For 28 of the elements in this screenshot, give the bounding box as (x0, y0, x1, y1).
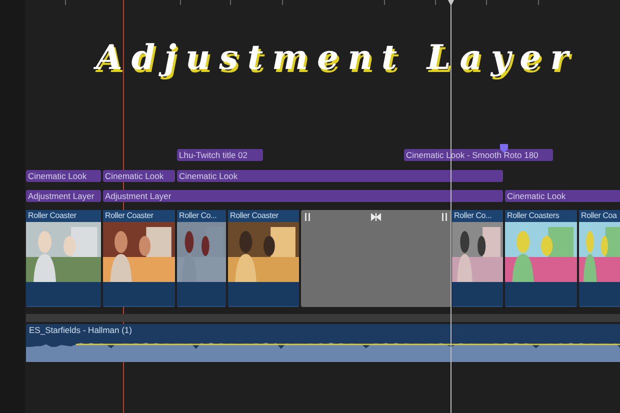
video-clip[interactable]: Roller Coaster (26, 210, 101, 307)
clip-title: Roller Coaster (228, 210, 299, 222)
marker-icon[interactable] (500, 144, 508, 153)
effect-clip[interactable]: Cinematic Look (103, 170, 175, 182)
pause-icon (305, 213, 310, 221)
clip-title: Roller Co... (452, 210, 503, 222)
adjustment-clip[interactable]: Adjustment Layer (26, 190, 101, 202)
video-clip[interactable]: Roller Coaster (103, 210, 175, 307)
audio-clip[interactable]: ES_Starfields - Hallman (1) (26, 324, 620, 362)
pause-icon (442, 213, 447, 221)
adjustment-clip[interactable]: Adjustment Layer (103, 190, 503, 202)
bowtie-icon (371, 213, 381, 221)
gap-clip[interactable] (301, 210, 451, 307)
clip-title: Roller Coa (579, 210, 620, 222)
effect-clip[interactable]: Cinematic Look (177, 170, 503, 182)
clip-title: Roller Coaster (26, 210, 101, 222)
title-clip[interactable]: Lhu-Twitch title 02 (177, 149, 263, 161)
video-clip[interactable]: Roller Co... (452, 210, 503, 307)
clip-title: Roller Co... (177, 210, 226, 222)
video-clip[interactable]: Roller Coasters (505, 210, 577, 307)
adjustment-clip[interactable]: Cinematic Look (505, 190, 620, 202)
clip-title: Roller Coasters (505, 210, 577, 222)
audio-title: ES_Starfields - Hallman (1) (29, 325, 132, 335)
clip-title: Roller Coaster (103, 210, 175, 222)
video-clip[interactable]: Roller Coaster (228, 210, 299, 307)
video-clip[interactable]: Roller Co... (177, 210, 226, 307)
video-clip[interactable]: Roller Coa (579, 210, 620, 307)
effect-clip[interactable]: Cinematic Look (26, 170, 101, 182)
